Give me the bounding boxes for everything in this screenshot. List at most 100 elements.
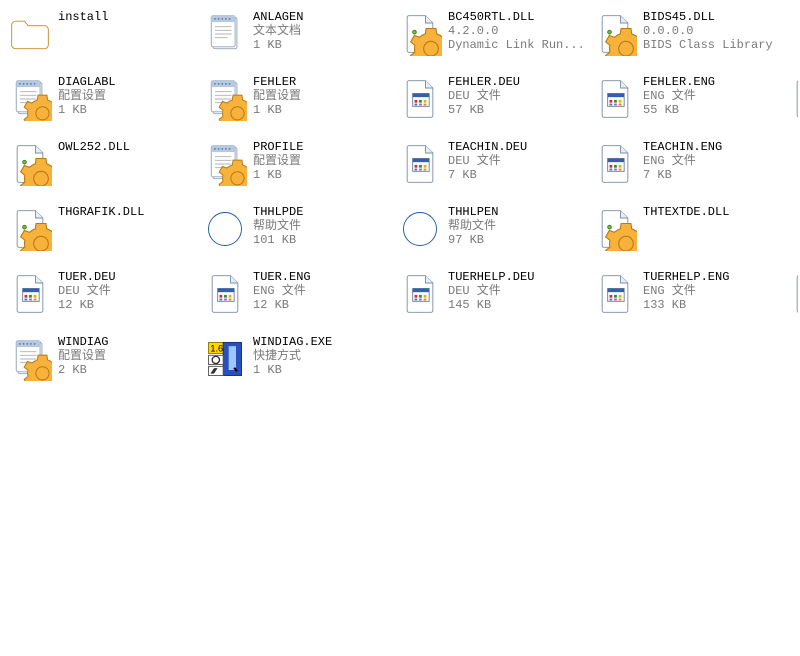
file-size-label: 1 KB: [253, 363, 332, 377]
file-meta: THHLPEN 帮助文件 97 KB: [448, 205, 498, 247]
doc-icon: [788, 77, 798, 121]
file-type-label: DEU 文件: [448, 154, 527, 168]
file-type-label: 配置设置: [58, 349, 108, 363]
file-name-label: TEACHIN.DEU: [448, 140, 527, 154]
file-name-label: BC450RTL.DLL: [448, 10, 585, 24]
file-meta: TUERHELP.DEU DEU 文件 145 KB: [448, 270, 534, 312]
dll-icon: [398, 12, 442, 56]
file-item[interactable]: WINDIAG.EXE 快捷方式 1 KB: [203, 335, 398, 395]
file-size-label: 1 KB: [253, 38, 303, 52]
file-meta: TUER.ENG ENG 文件 12 KB: [253, 270, 311, 312]
file-item[interactable]: TUER.DEU DEU 文件 12 KB: [8, 270, 203, 330]
file-item[interactable]: install: [8, 10, 203, 70]
file-size-label: 12 KB: [58, 298, 116, 312]
file-meta: BIDS45.DLL 0.0.0.0 BIDS Class Library: [643, 10, 773, 52]
doc-icon: [593, 272, 637, 316]
file-meta: FEHLER.ENG ENG 文件 55 KB: [643, 75, 715, 117]
file-type-label: ENG 文件: [643, 89, 715, 103]
file-name-label: THHLPEN: [448, 205, 498, 219]
file-meta: WINDIAG 配置设置 2 KB: [58, 335, 108, 377]
dll-icon: [8, 207, 52, 251]
file-type-label: DEU 文件: [58, 284, 116, 298]
file-name-label: THTEXTDE.DLL: [643, 205, 729, 219]
file-meta: THGRAFIK.DLL: [58, 205, 144, 219]
file-type-label: 文本文档: [253, 24, 303, 38]
file-size-label: 133 KB: [643, 298, 729, 312]
txt-icon: [203, 12, 247, 56]
file-type-label: 快捷方式: [253, 349, 332, 363]
file-item[interactable]: BIDS45.DLL 0.0.0.0 BIDS Class Library: [593, 10, 788, 70]
file-meta: OWL252.DLL: [58, 140, 130, 154]
file-name-label: TUERHELP.DEU: [448, 270, 534, 284]
file-item[interactable]: WINDIAG 配置设置 2 KB: [8, 335, 203, 395]
file-item[interactable]: TUERHELP.ENG ENG 文件 133 KB: [593, 270, 788, 330]
dll-icon: [593, 12, 637, 56]
file-meta: BC450RTL.DLL 4.2.0.0 Dynamic Link Run...: [448, 10, 585, 52]
file-size-label: 101 KB: [253, 233, 303, 247]
file-item[interactable]: FEHLER.DEU DEU 文件 57 KB: [398, 75, 593, 135]
file-item-clipped[interactable]: [788, 140, 798, 200]
file-item[interactable]: TUER.ENG ENG 文件 12 KB: [203, 270, 398, 330]
file-item[interactable]: TEACHIN.DEU DEU 文件 7 KB: [398, 140, 593, 200]
file-type-label: DEU 文件: [448, 89, 520, 103]
file-meta: DIAGLABL 配置设置 1 KB: [58, 75, 116, 117]
file-item[interactable]: THTEXTDE.DLL: [593, 205, 788, 265]
file-size-label: 55 KB: [643, 103, 715, 117]
file-item[interactable]: BC450RTL.DLL 4.2.0.0 Dynamic Link Run...: [398, 10, 593, 70]
file-item[interactable]: ANLAGEN 文本文档 1 KB: [203, 10, 398, 70]
file-meta: PROFILE 配置设置 1 KB: [253, 140, 303, 182]
file-item-clipped[interactable]: [788, 10, 798, 70]
file-item[interactable]: THHLPDE 帮助文件 101 KB: [203, 205, 398, 265]
file-meta: install: [58, 10, 108, 24]
file-browser-viewport: install ANLAGEN 文本文档 1 KB BC450RTL.DLL 4…: [0, 0, 800, 656]
file-name-label: TEACHIN.ENG: [643, 140, 722, 154]
file-name-label: FEHLER.ENG: [643, 75, 715, 89]
file-name-label: WINDIAG.EXE: [253, 335, 332, 349]
file-item[interactable]: TUERHELP.DEU DEU 文件 145 KB: [398, 270, 593, 330]
file-name-label: BIDS45.DLL: [643, 10, 773, 24]
file-item[interactable]: FEHLER 配置设置 1 KB: [203, 75, 398, 135]
config-icon: [203, 77, 247, 121]
file-name-label: OWL252.DLL: [58, 140, 130, 154]
file-type-label: ENG 文件: [643, 284, 729, 298]
file-size-label: 1 KB: [253, 103, 301, 117]
file-size-label: 12 KB: [253, 298, 311, 312]
file-meta: FEHLER.DEU DEU 文件 57 KB: [448, 75, 520, 117]
file-item[interactable]: PROFILE 配置设置 1 KB: [203, 140, 398, 200]
file-meta: THHLPDE 帮助文件 101 KB: [253, 205, 303, 247]
file-type-label: 0.0.0.0: [643, 24, 773, 38]
file-meta: ANLAGEN 文本文档 1 KB: [253, 10, 303, 52]
file-type-label: ENG 文件: [253, 284, 311, 298]
file-name-label: FEHLER.DEU: [448, 75, 520, 89]
file-meta: TUER.DEU DEU 文件 12 KB: [58, 270, 116, 312]
file-item[interactable]: FEHLER.ENG ENG 文件 55 KB: [593, 75, 788, 135]
file-item-clipped[interactable]: [788, 205, 798, 265]
file-name-label: install: [58, 10, 108, 24]
file-name-label: ANLAGEN: [253, 10, 303, 24]
file-size-label: 2 KB: [58, 363, 108, 377]
file-size-label: 1 KB: [253, 168, 303, 182]
file-type-label: 4.2.0.0: [448, 24, 585, 38]
doc-icon: [593, 77, 637, 121]
dll-icon: [8, 142, 52, 186]
doc-icon: [8, 272, 52, 316]
file-meta: WINDIAG.EXE 快捷方式 1 KB: [253, 335, 332, 377]
file-size-label: 7 KB: [643, 168, 722, 182]
config-icon: [203, 142, 247, 186]
file-name-label: TUER.ENG: [253, 270, 311, 284]
file-item-clipped[interactable]: [788, 270, 798, 330]
file-item[interactable]: OWL252.DLL: [8, 140, 203, 200]
file-type-label: DEU 文件: [448, 284, 534, 298]
file-name-label: TUER.DEU: [58, 270, 116, 284]
file-item-clipped[interactable]: [788, 75, 798, 135]
doc-icon: [788, 272, 798, 316]
file-meta: TEACHIN.DEU DEU 文件 7 KB: [448, 140, 527, 182]
file-meta: THTEXTDE.DLL: [643, 205, 729, 219]
file-item[interactable]: TEACHIN.ENG ENG 文件 7 KB: [593, 140, 788, 200]
file-item[interactable]: THHLPEN 帮助文件 97 KB: [398, 205, 593, 265]
doc-icon: [398, 272, 442, 316]
file-item[interactable]: DIAGLABL 配置设置 1 KB: [8, 75, 203, 135]
file-type-label: 帮助文件: [448, 219, 498, 233]
folder-icon: [8, 12, 52, 56]
file-item[interactable]: THGRAFIK.DLL: [8, 205, 203, 265]
